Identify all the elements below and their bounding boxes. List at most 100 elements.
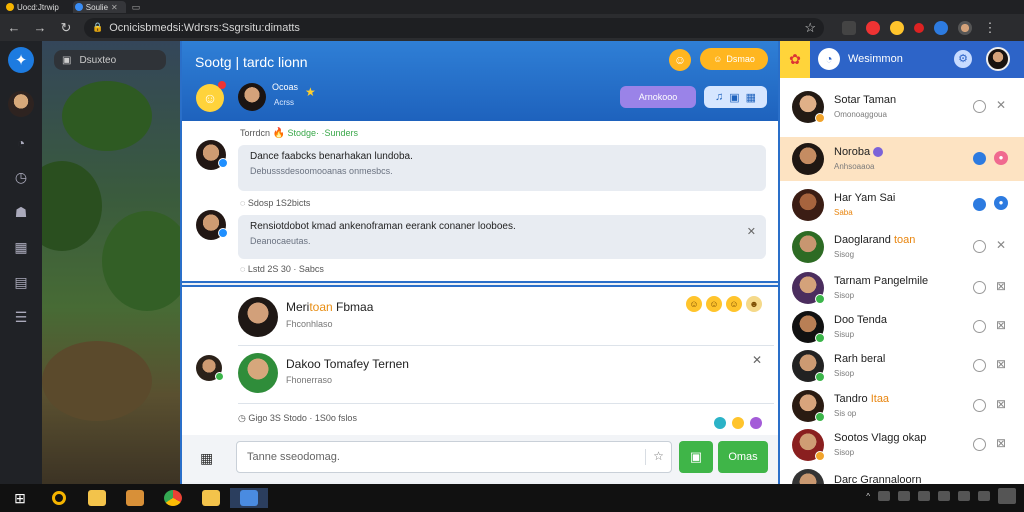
message-input[interactable] [236,441,672,473]
forward-icon[interactable]: → [32,20,48,35]
info-icon[interactable] [973,281,986,294]
emoji-icon[interactable]: ☺ [726,296,742,312]
message-icon[interactable]: ⊠ [994,436,1008,450]
contact-item[interactable]: Sootos Vlagg okap Sisop ⊠ [780,425,1024,465]
header-tools-button[interactable]: ♫ ▣ ▦ [704,86,767,108]
chevron-up-icon[interactable]: ^ [866,492,870,501]
menu-kebab-icon[interactable]: ⋮ [982,20,998,36]
message-bubble[interactable]: Dance faabcks benarhakan lundoba. Debuss… [238,145,766,191]
close-icon[interactable]: ✕ [111,3,118,12]
close-icon[interactable]: ✕ [747,225,756,238]
reaction-icon[interactable] [714,417,726,429]
windows-start-icon[interactable]: ⊞ [0,490,40,507]
card-avatar[interactable] [238,297,278,337]
header-pill-button[interactable]: ☺ Dsmao [700,48,768,70]
star-icon[interactable]: ☆ [645,449,671,465]
tree-shape [62,81,152,151]
contact-item[interactable]: Darc Grannaloorn [780,465,1024,484]
call-icon[interactable] [973,152,986,165]
close-icon[interactable]: ✕ [994,98,1008,112]
emoji-icon[interactable]: ☺ [706,296,722,312]
sender-avatar[interactable] [196,210,228,240]
notification-icon[interactable] [866,20,880,35]
message-icon[interactable]: ⊠ [994,279,1008,293]
reaction-icon[interactable] [732,417,744,429]
tray-icon[interactable] [958,491,970,501]
browser-tab-1[interactable]: Uocd:Jtrwip [4,1,67,13]
contacts-badge-icon[interactable]: ✿ [780,41,810,78]
tray-icon[interactable] [918,491,930,501]
files-icon[interactable]: ▤ [11,274,31,291]
calendar-icon[interactable]: ▦ [11,239,31,256]
close-icon[interactable]: ✕ [994,238,1008,252]
reload-icon[interactable]: ↻ [58,20,74,36]
emoji-button[interactable]: ☺ [669,49,691,71]
contact-item-selected[interactable]: Noroba Anhsoaaoa ● [780,137,1024,181]
clock-icon[interactable]: ◷ [11,169,31,186]
info-icon[interactable] [973,399,986,412]
browser-tab-2[interactable]: Soulie ✕ [72,1,126,13]
info-icon[interactable] [973,320,986,333]
contact-item[interactable]: Sotar Taman Omonoaggoua ✕ [780,87,1024,127]
sender-avatar[interactable] [196,140,228,170]
card-avatar[interactable] [238,353,278,393]
sidebar-search-pill[interactable]: ▣ Dsuxteo [54,50,166,70]
contacts-profile-avatar[interactable] [986,47,1010,71]
sender-avatar[interactable] [196,355,224,381]
contact-item[interactable]: Daoglarand toan Sisog ✕ [780,227,1024,267]
message-icon[interactable]: ⊠ [994,318,1008,332]
reaction-icon[interactable] [750,417,762,429]
notification-center-icon[interactable] [998,488,1016,504]
emoji-icon[interactable]: ☺ [686,296,702,312]
taskbar-app[interactable] [154,488,192,508]
message-icon[interactable]: ⊠ [994,357,1008,371]
contact-item[interactable]: Tarnam Pangelmile Sisop ⊠ [780,268,1024,308]
taskbar-app[interactable] [78,488,116,508]
chrome-icon [164,490,182,506]
extension-icon[interactable] [842,20,856,35]
taskbar-app[interactable] [192,488,230,508]
back-icon[interactable]: ← [6,20,22,35]
settings-icon[interactable]: ⚙ [954,50,972,68]
chat-bubble-icon[interactable]: ◔ [818,48,840,70]
bookmark-star-icon[interactable]: ☆ [804,20,816,36]
tray-icon[interactable] [878,491,890,501]
record-icon[interactable] [914,22,924,33]
contact-item[interactable]: Doo Tenda Sisup ⊠ [780,307,1024,347]
chat-icon[interactable]: ◔ [11,135,31,151]
emoji-extension-icon[interactable] [890,20,904,35]
send-button[interactable]: Omas [718,441,768,473]
tray-icon[interactable] [898,491,910,501]
app-logo-icon[interactable]: ✦ [8,47,34,73]
contact-item[interactable]: Har Yam Sai Saba ● [780,185,1024,225]
emoji-icon[interactable]: ☻ [746,296,762,312]
contact-item[interactable]: Tandro Itaa Sis op ⊠ [780,386,1024,426]
rail-avatar[interactable] [8,91,34,117]
info-icon[interactable] [973,100,986,113]
tray-icon[interactable] [938,491,950,501]
info-icon[interactable] [973,438,986,451]
attach-button[interactable]: ▣ [679,441,713,473]
info-icon[interactable] [973,240,986,253]
extension-blue-icon[interactable] [934,20,948,35]
call-icon[interactable] [973,198,986,211]
address-bar[interactable]: 🔒 Ocnicisbmedsi:Wdrsrs:Ssgrsitu:dimatts … [84,17,824,38]
taskbar-app[interactable] [116,488,154,508]
apps-icon[interactable]: ☰ [11,309,31,326]
header-avatar[interactable] [238,83,266,111]
message-icon[interactable]: ⊠ [994,397,1008,411]
close-icon[interactable]: ✕ [752,353,762,367]
people-icon[interactable]: ☗ [11,204,31,221]
info-icon[interactable] [973,359,986,372]
taskbar-app[interactable] [40,488,78,508]
header-action-button[interactable]: Arnokooo [620,86,696,108]
video-icon[interactable]: ● [994,196,1008,210]
contact-item[interactable]: Rarh beral Sisop ⊠ [780,346,1024,386]
apps-grid-icon[interactable]: ▦ [200,450,213,467]
tray-icon[interactable] [978,491,990,501]
taskbar-app-active[interactable] [230,488,268,508]
profile-avatar[interactable] [958,20,972,35]
new-tab-icon[interactable]: ▭ [132,2,141,13]
video-icon[interactable]: ● [994,151,1008,165]
message-bubble[interactable]: Rensiotdobot kmad ankenoframan eerank co… [238,215,766,259]
